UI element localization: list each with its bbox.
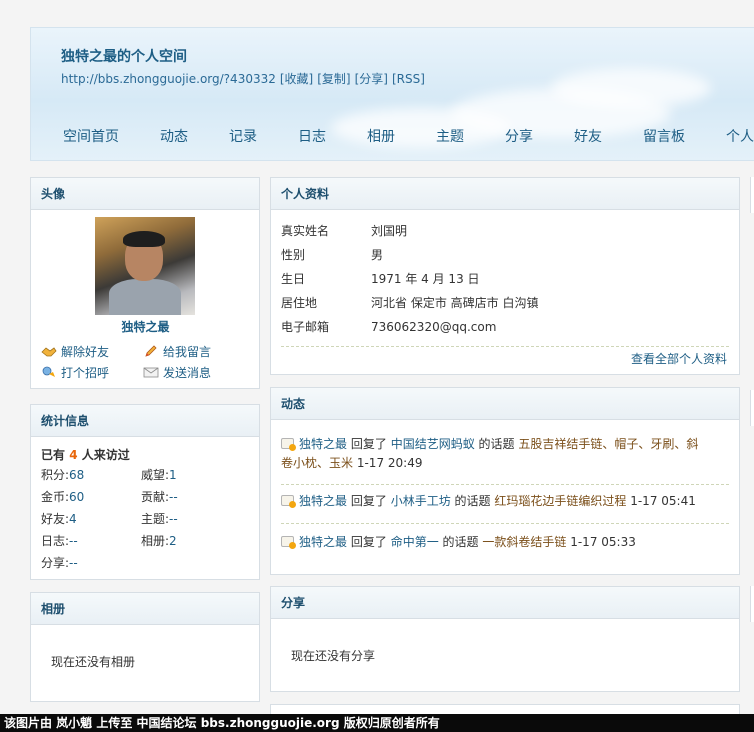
feed-item: 独特之最 回复了 小林手工坊 的话题 红玛瑙花边手链编织过程 1-17 05:4… [281, 492, 701, 511]
greet-label: 打个招呼 [61, 366, 110, 380]
stat-threads: 主题:-- [141, 512, 178, 526]
stats-panel: 统计信息 已有 4 人来访过 积分:68 威望:1 金币:60 贡献:-- 好友… [30, 404, 260, 580]
stat-threads-value[interactable]: -- [169, 512, 178, 526]
view-all-profile-link[interactable]: 查看全部个人资料 [631, 350, 727, 367]
nav-threads[interactable]: 主题 [395, 126, 464, 146]
nav-friends[interactable]: 好友 [533, 126, 602, 146]
nav-home[interactable]: 空间首页 [31, 126, 119, 146]
space-title[interactable]: 独特之最的个人空间 [61, 46, 187, 66]
greet-button[interactable]: 打个招呼 [41, 364, 109, 381]
feed-item: 独特之最 回复了 命中第一 的话题 一款斜卷结手链 1-17 05:33 [281, 533, 701, 552]
profile-gender: 性别男 [281, 248, 384, 262]
stat-contribution-value[interactable]: -- [169, 490, 178, 504]
profile-real-name: 真实姓名 刘国明 [281, 224, 408, 238]
avatar[interactable] [95, 217, 195, 315]
stat-albums: 相册:2 [141, 534, 177, 548]
space-nav: 空间首页 动态 记录 日志 相册 主题 分享 好友 留言板 个人 [31, 126, 754, 146]
envelope-icon [143, 366, 159, 379]
space-url[interactable]: http://bbs.zhongguojie.org/?430332 [61, 72, 276, 86]
stat-shares: 分享:-- [41, 556, 78, 570]
stat-blogs: 日志:-- [41, 534, 78, 548]
profile-divider [281, 346, 729, 347]
feed-user-link[interactable]: 独特之最 [299, 535, 347, 549]
album-panel-heading: 相册 [31, 593, 259, 625]
greet-icon [41, 366, 57, 379]
stat-coins: 金币:60 [41, 490, 85, 504]
stat-friends: 好友:4 [41, 512, 77, 526]
stat-friends-value[interactable]: 4 [69, 512, 77, 526]
album-panel: 相册 现在还没有相册 [30, 592, 260, 702]
send-message-button[interactable]: 发送消息 [143, 364, 211, 381]
profile-residence: 居住地 河北省 保定市 高碑店市 白沟镇 [281, 296, 539, 310]
visitor-count: 已有 4 人来访过 [41, 448, 130, 462]
right-column-edge [750, 586, 754, 622]
feed-author-link[interactable]: 命中第一 [391, 535, 439, 549]
right-column-edge [750, 390, 754, 426]
send-message-label: 发送消息 [163, 366, 212, 380]
remove-friend-button[interactable]: 解除好友 [41, 343, 109, 360]
feed-time: 1-17 05:33 [570, 535, 636, 549]
stats-panel-heading: 统计信息 [31, 405, 259, 437]
stat-coins-value[interactable]: 60 [69, 490, 84, 504]
stat-prestige-value[interactable]: 1 [169, 468, 177, 482]
reply-icon [281, 495, 296, 508]
reply-icon [281, 438, 296, 451]
feed-item: 独特之最 回复了 中国结艺网蚂蚁 的话题 五股吉祥结手链、帽子、牙刷、斜卷小枕、… [281, 437, 699, 470]
profile-panel: 个人资料 真实姓名 刘国明 性别男 生日 1971 年 4 月 13 日 居住地 河北… [270, 177, 740, 375]
avatar-panel: 头像 独特之最 解除好友 给我留言 打个招呼 发送消息 [30, 177, 260, 389]
feed-time: 1-17 20:49 [356, 456, 423, 470]
stat-blogs-value[interactable]: -- [69, 534, 78, 548]
feed-panel: 动态 独特之最 回复了 中国结艺网蚂蚁 的话题 五股吉祥结手链、帽子、牙刷、斜卷… [270, 387, 740, 575]
upload-credit-banner: 该图片由 岚小魈 上传至 中国结论坛 bbs.zhongguojie.org 版… [0, 714, 754, 732]
feed-author-link[interactable]: 中国结艺网蚂蚁 [391, 437, 475, 451]
leave-message-button[interactable]: 给我留言 [143, 343, 211, 360]
right-column-edge [750, 177, 754, 213]
feed-thread-link[interactable]: 红玛瑙花边手链编织过程 [494, 494, 626, 508]
visitor-count-number: 4 [69, 448, 78, 462]
space-url-line: http://bbs.zhongguojie.org/?430332 [收藏] [复… [61, 70, 429, 87]
share-panel-heading: 分享 [271, 587, 739, 619]
rss-link[interactable]: [RSS] [392, 72, 425, 86]
stat-credits: 积分:68 [41, 468, 85, 482]
handshake-icon [41, 345, 57, 358]
nav-blog[interactable]: 日志 [257, 126, 326, 146]
album-empty-text: 现在还没有相册 [51, 655, 136, 669]
avatar-username[interactable]: 独特之最 [31, 318, 260, 335]
profile-email: 电子邮箱 736062320@qq.com [281, 320, 497, 334]
space-header: 独特之最的个人空间 http://bbs.zhongguojie.org/?43… [30, 27, 754, 161]
leave-message-label: 给我留言 [163, 345, 212, 359]
nav-share[interactable]: 分享 [464, 126, 533, 146]
stat-albums-value[interactable]: 2 [169, 534, 177, 548]
feed-user-link[interactable]: 独特之最 [299, 437, 347, 451]
nav-records[interactable]: 记录 [188, 126, 257, 146]
nav-guestbook[interactable]: 留言板 [602, 126, 685, 146]
profile-birthday: 生日 1971 年 4 月 13 日 [281, 272, 480, 286]
stat-prestige: 威望:1 [141, 468, 177, 482]
nav-profile[interactable]: 个人 [685, 126, 754, 146]
profile-panel-heading: 个人资料 [271, 178, 739, 210]
share-link[interactable]: [分享] [355, 72, 388, 86]
stat-contribution: 贡献:-- [141, 490, 178, 504]
feed-panel-heading: 动态 [271, 388, 739, 420]
favorite-link[interactable]: [收藏] [280, 72, 313, 86]
feed-divider [281, 484, 729, 485]
feed-user-link[interactable]: 独特之最 [299, 494, 347, 508]
feed-thread-link[interactable]: 一款斜卷结手链 [482, 535, 566, 549]
feed-author-link[interactable]: 小林手工坊 [391, 494, 451, 508]
feed-divider [281, 523, 729, 524]
nav-album[interactable]: 相册 [326, 126, 395, 146]
nav-feed[interactable]: 动态 [119, 126, 188, 146]
copy-link[interactable]: [复制] [317, 72, 350, 86]
avatar-panel-heading: 头像 [31, 178, 259, 210]
feed-time: 1-17 05:41 [630, 494, 696, 508]
share-empty-text: 现在还没有分享 [291, 649, 376, 663]
share-panel: 分享 现在还没有分享 [270, 586, 740, 692]
stat-shares-value[interactable]: -- [69, 556, 78, 570]
reply-icon [281, 536, 296, 549]
pencil-icon [143, 345, 159, 358]
remove-friend-label: 解除好友 [61, 345, 110, 359]
stat-credits-value[interactable]: 68 [69, 468, 84, 482]
